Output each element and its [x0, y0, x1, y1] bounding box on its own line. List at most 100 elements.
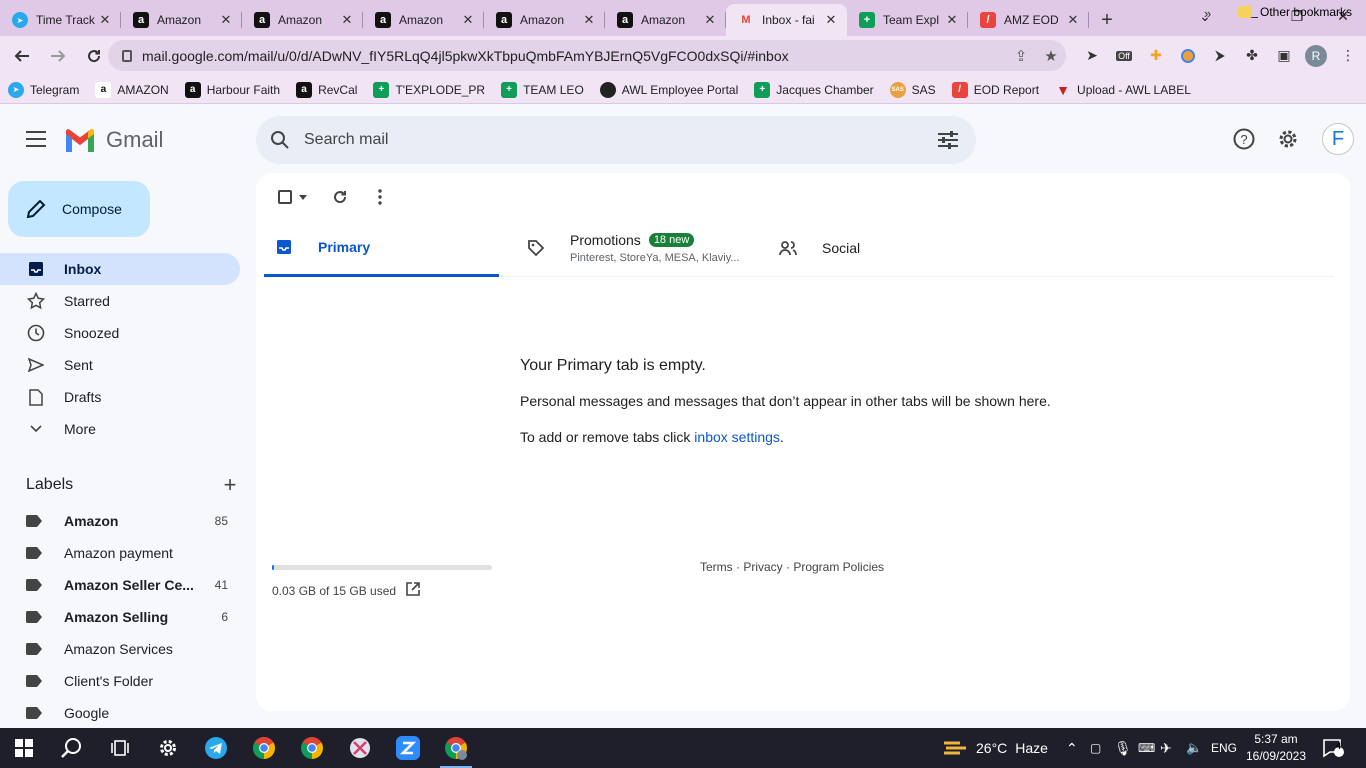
close-tab-icon[interactable]: ✕ — [1065, 12, 1081, 28]
browser-tab[interactable]: M Inbox - fai ✕ — [726, 4, 847, 36]
footer-links[interactable]: Terms · Privacy · Program Policies — [700, 560, 884, 574]
external-link-icon[interactable] — [406, 582, 420, 599]
profile-button[interactable]: R — [1300, 40, 1332, 71]
bookmark-item[interactable]: ▼ Upload - AWL LABEL — [1055, 82, 1191, 98]
settings-app-icon[interactable] — [144, 728, 192, 768]
bookmark-item[interactable]: ➤ Telegram — [8, 81, 79, 98]
compose-button[interactable]: Compose — [8, 181, 150, 237]
nav-item-more[interactable]: More — [0, 413, 240, 445]
chrome-app-icon[interactable] — [288, 728, 336, 768]
search-options-icon[interactable] — [920, 131, 976, 149]
bookmarks-overflow-button[interactable]: » — [1204, 6, 1211, 21]
tray-overflow-icon[interactable]: ⌃ — [1066, 728, 1078, 768]
label-item[interactable]: Amazon Services — [0, 633, 240, 665]
support-icon[interactable]: ? — [1232, 127, 1256, 151]
browser-tab[interactable]: ➤ Time Track ✕ — [0, 4, 121, 36]
refresh-icon[interactable] — [320, 185, 360, 209]
share-icon[interactable]: ⇪ — [1006, 47, 1036, 65]
nav-item-sent[interactable]: Sent — [0, 349, 240, 381]
account-avatar[interactable]: F — [1322, 123, 1354, 155]
close-tab-icon[interactable]: ✕ — [944, 12, 960, 28]
bookmark-item[interactable]: + Jacques Chamber — [754, 81, 874, 98]
bookmark-item[interactable]: SAS SAS — [889, 81, 936, 98]
bookmark-item[interactable]: a Harbour Faith — [184, 81, 280, 98]
browser-tab[interactable]: a Amazon ✕ — [605, 4, 726, 36]
close-tab-icon[interactable]: ✕ — [702, 12, 718, 28]
extension-arrow-icon[interactable]: ➤ — [1076, 40, 1108, 71]
nav-item-snoozed[interactable]: Snoozed — [0, 317, 240, 349]
reload-button[interactable] — [78, 40, 110, 72]
more-options-icon[interactable] — [360, 185, 400, 209]
weather-widget[interactable]: 26°C Haze — [942, 728, 1048, 768]
label-item[interactable]: Amazon 85 — [0, 505, 240, 537]
label-item[interactable]: Google — [0, 697, 240, 729]
other-bookmarks[interactable]: Other bookmarks — [1238, 5, 1352, 19]
telegram-app-icon[interactable] — [192, 728, 240, 768]
language-pack-icon[interactable]: ⌨ — [1138, 728, 1155, 768]
task-view-icon[interactable] — [96, 728, 144, 768]
nav-item-drafts[interactable]: Drafts — [0, 381, 240, 413]
start-button[interactable] — [0, 728, 48, 768]
search-input[interactable] — [304, 131, 920, 149]
browser-tab[interactable]: a Amazon ✕ — [242, 4, 363, 36]
zoom-app-icon[interactable] — [384, 728, 432, 768]
extension-off-icon[interactable]: Off — [1108, 40, 1140, 71]
close-tab-icon[interactable]: ✕ — [97, 12, 113, 28]
browser-tab[interactable]: / AMZ EOD ✕ — [968, 4, 1089, 36]
bookmark-item[interactable]: + TEAM LEO — [501, 81, 584, 98]
system-clock[interactable]: 5:37 am 16/09/2023 — [1244, 731, 1308, 765]
network-icon[interactable]: ✈ — [1160, 728, 1172, 768]
select-dropdown-icon[interactable] — [298, 194, 307, 200]
main-menu-button[interactable] — [20, 127, 52, 151]
extension-plus-icon[interactable]: ✚ — [1140, 40, 1172, 71]
settings-gear-icon[interactable] — [1276, 127, 1300, 151]
side-panel-icon[interactable]: ▣ — [1268, 40, 1300, 71]
tab-primary[interactable]: Primary — [264, 219, 499, 277]
close-tab-icon[interactable]: ✕ — [460, 12, 476, 28]
address-bar[interactable]: mail.google.com/mail/u/0/d/ADwNV_fIY5RLq… — [108, 40, 1066, 71]
extensions-puzzle-icon[interactable]: ✤ — [1236, 40, 1268, 71]
label-item[interactable]: Client's Folder — [0, 665, 240, 697]
close-tab-icon[interactable]: ✕ — [339, 12, 355, 28]
bookmark-item[interactable]: a AMAZON — [95, 81, 169, 98]
chrome-menu-icon[interactable]: ⋮ — [1332, 40, 1364, 71]
nav-item-starred[interactable]: Starred — [0, 285, 240, 317]
forward-button[interactable] — [42, 40, 74, 72]
close-tab-icon[interactable]: ✕ — [218, 12, 234, 28]
tab-promotions[interactable]: Promotions 18 new Pinterest, StoreYa, ME… — [526, 219, 766, 277]
label-item[interactable]: Amazon Selling 6 — [0, 601, 240, 633]
bookmark-item[interactable]: + T'EXPLODE_PR — [373, 81, 485, 98]
meet-now-icon[interactable]: ▢ — [1090, 728, 1101, 768]
volume-icon[interactable]: 🔈 — [1186, 728, 1202, 768]
search-icon[interactable] — [256, 130, 304, 150]
tab-social[interactable]: Social — [778, 219, 978, 277]
bookmark-item[interactable]: a RevCal — [296, 81, 357, 98]
browser-tab[interactable]: a Amazon ✕ — [484, 4, 605, 36]
close-tab-icon[interactable]: ✕ — [581, 12, 597, 28]
extension-cursor-icon[interactable]: ⮞ — [1204, 40, 1236, 71]
microphone-icon[interactable]: 🎙 — [1114, 728, 1132, 768]
back-button[interactable] — [6, 40, 38, 72]
bookmark-item[interactable]: AWL Employee Portal — [599, 81, 738, 98]
input-language[interactable]: ENG — [1211, 728, 1237, 768]
gmail-logo[interactable]: Gmail — [64, 127, 163, 153]
new-tab-button[interactable]: + — [1089, 4, 1125, 36]
browser-tab[interactable]: a Amazon ✕ — [121, 4, 242, 36]
create-label-icon[interactable]: + — [220, 472, 240, 498]
bookmark-star-icon[interactable]: ★ — [1036, 47, 1066, 65]
browser-tab[interactable]: + Team Expl ✕ — [847, 4, 968, 36]
nav-item-inbox[interactable]: Inbox — [0, 253, 240, 285]
close-tab-icon[interactable]: ✕ — [823, 12, 839, 28]
label-item[interactable]: Amazon payment — [0, 537, 240, 569]
chrome-profile-app-icon[interactable] — [240, 728, 288, 768]
snipping-tool-icon[interactable] — [336, 728, 384, 768]
bookmark-item[interactable]: / EOD Report — [951, 81, 1039, 98]
browser-tab[interactable]: a Amazon ✕ — [363, 4, 484, 36]
chrome-active-app-icon[interactable] — [432, 728, 480, 768]
taskbar-search-icon[interactable] — [48, 728, 96, 768]
label-item[interactable]: Amazon Seller Ce... 41 — [0, 569, 240, 601]
notifications-button[interactable]: 4 — [1322, 728, 1344, 768]
extension-circle-icon[interactable] — [1172, 40, 1204, 71]
select-checkbox[interactable] — [272, 185, 312, 209]
inbox-settings-link[interactable]: inbox settings — [694, 429, 780, 445]
